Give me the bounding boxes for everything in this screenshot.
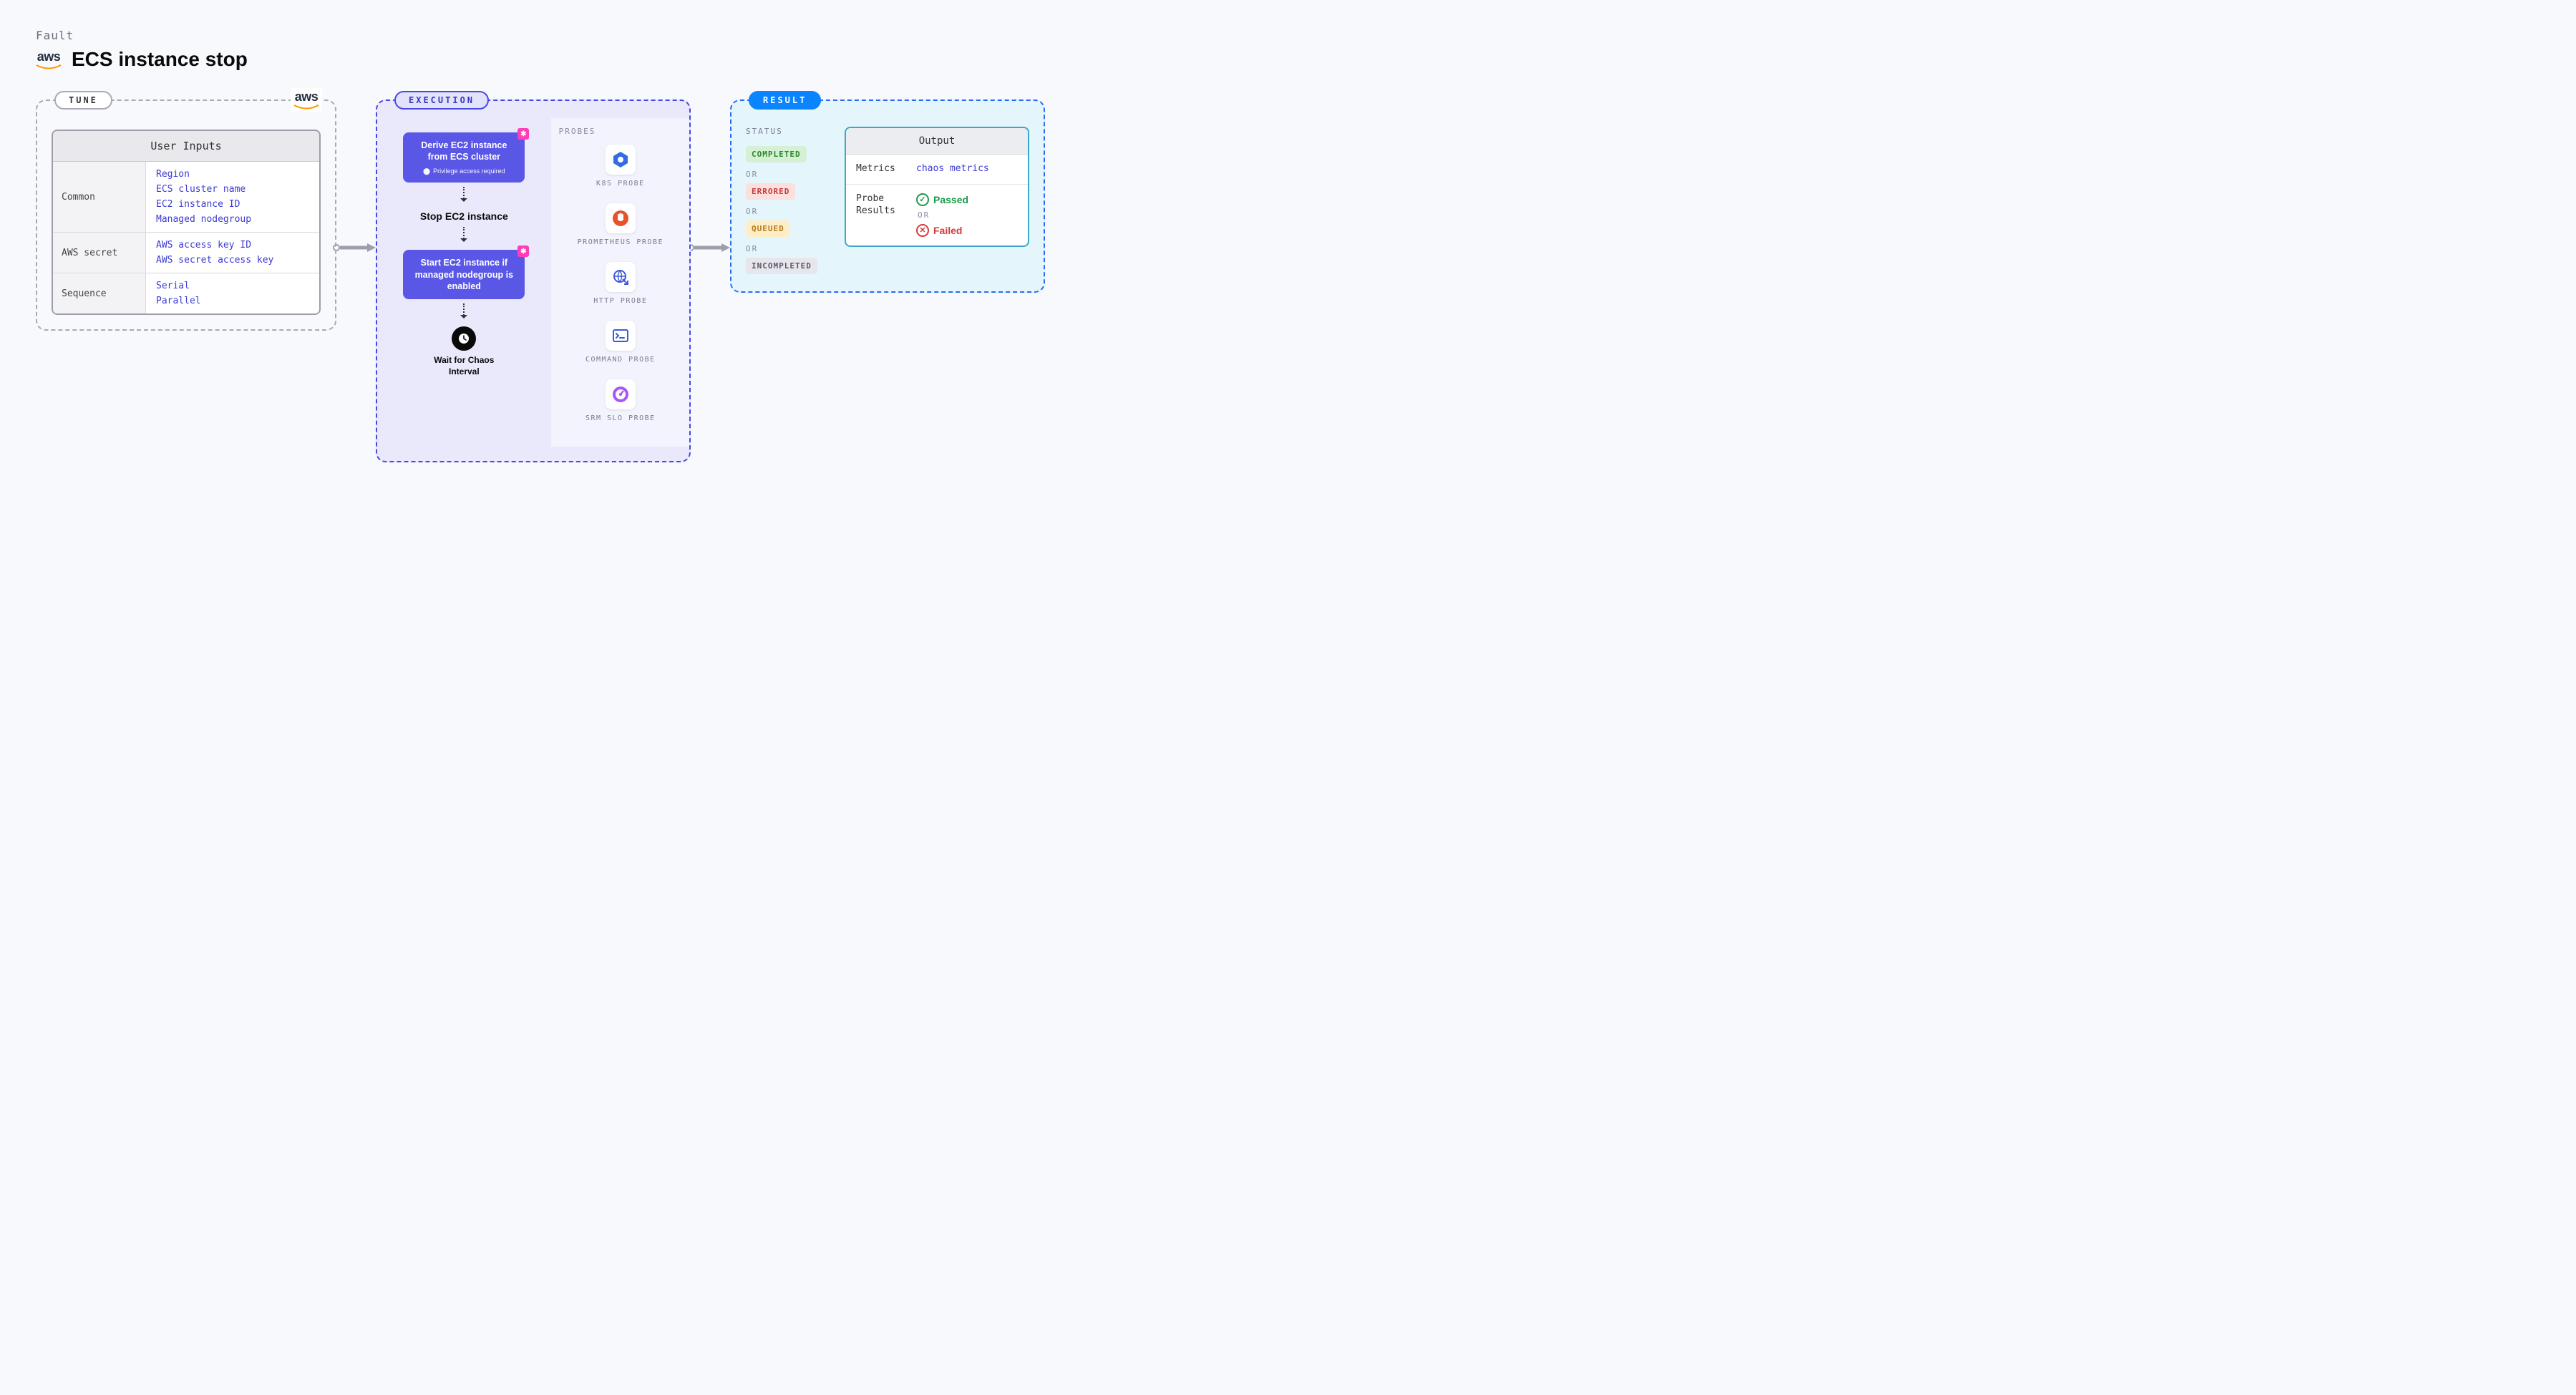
probe-result-passed: ✓ Passed bbox=[916, 193, 968, 206]
step-stop: Stop EC2 instance bbox=[417, 210, 510, 223]
step-start: ✱ Start EC2 instance if managed nodegrou… bbox=[403, 250, 525, 299]
execution-label: EXECUTION bbox=[394, 91, 489, 110]
status-errored: ERRORED bbox=[746, 183, 795, 200]
probe-command: COMMAND PROBE bbox=[559, 321, 682, 365]
connector-arrow bbox=[336, 243, 376, 253]
kubernetes-icon bbox=[606, 145, 636, 175]
status-incompleted: INCOMPLETED bbox=[746, 258, 817, 274]
status-column: STATUS COMPLETED OR ERRORED OR QUEUED OR… bbox=[746, 127, 832, 277]
arrow-down-icon bbox=[463, 227, 465, 246]
probe-prometheus: PROMETHEUS PROBE bbox=[559, 203, 682, 248]
probe-srm: SRM SLO PROBE bbox=[559, 379, 682, 424]
execution-flow: ✱ Derive EC2 instance from ECS cluster ⬤… bbox=[377, 118, 551, 447]
probes-column: PROBES K8S PROBE PROMETHEUS PROBE HTTP P… bbox=[551, 118, 689, 447]
input-row: Sequence Serial Parallel bbox=[53, 273, 319, 313]
output-row-probe-results: Probe Results ✓ Passed OR ✕ Failed bbox=[846, 185, 1028, 246]
prometheus-icon bbox=[606, 203, 636, 233]
status-completed: COMPLETED bbox=[746, 146, 807, 162]
terminal-icon bbox=[606, 321, 636, 351]
user-inputs-card: User Inputs Common Region ECS cluster na… bbox=[52, 130, 321, 315]
input-row: Common Region ECS cluster name EC2 insta… bbox=[53, 162, 319, 233]
output-row-metrics: Metrics chaos metrics bbox=[846, 155, 1028, 185]
step-wait: Wait for Chaos Interval bbox=[424, 355, 503, 377]
user-inputs-title: User Inputs bbox=[53, 131, 319, 162]
connector-arrow bbox=[691, 243, 730, 253]
arrow-down-icon bbox=[463, 303, 465, 322]
input-row: AWS secret AWS access key ID AWS secret … bbox=[53, 233, 319, 273]
status-title: STATUS bbox=[746, 127, 832, 136]
execution-panel: EXECUTION ✱ Derive EC2 instance from ECS… bbox=[376, 99, 691, 462]
result-label: RESULT bbox=[749, 91, 821, 110]
output-title: Output bbox=[846, 128, 1028, 155]
globe-icon bbox=[606, 262, 636, 292]
probe-k8s: K8S PROBE bbox=[559, 145, 682, 189]
page-header: Fault aws ECS instance stop bbox=[36, 29, 2540, 71]
gauge-icon bbox=[606, 379, 636, 409]
arrow-down-icon bbox=[463, 187, 465, 205]
aws-icon: aws bbox=[36, 49, 62, 70]
step-derive: ✱ Derive EC2 instance from ECS cluster ⬤… bbox=[403, 132, 525, 183]
x-icon: ✕ bbox=[916, 224, 929, 237]
diagram-container: TUNE aws User Inputs Common Region ECS c… bbox=[36, 99, 2540, 462]
probes-title: PROBES bbox=[559, 127, 682, 136]
probe-result-failed: ✕ Failed bbox=[916, 224, 968, 237]
check-icon: ✓ bbox=[916, 193, 929, 206]
tune-panel: TUNE aws User Inputs Common Region ECS c… bbox=[36, 99, 336, 331]
lock-icon: ⬤ bbox=[423, 167, 430, 176]
probe-http: HTTP PROBE bbox=[559, 262, 682, 306]
status-queued: QUEUED bbox=[746, 220, 790, 237]
gear-icon: ✱ bbox=[517, 246, 529, 257]
output-card: Output Metrics chaos metrics Probe Resul… bbox=[845, 127, 1029, 247]
clock-icon bbox=[452, 326, 476, 351]
result-panel: RESULT STATUS COMPLETED OR ERRORED OR QU… bbox=[730, 99, 1045, 293]
chaos-metrics-link[interactable]: chaos metrics bbox=[916, 163, 989, 174]
page-title: ECS instance stop bbox=[72, 48, 248, 71]
gear-icon: ✱ bbox=[517, 128, 529, 140]
tune-label: TUNE bbox=[54, 91, 112, 110]
aws-icon: aws bbox=[291, 88, 322, 112]
fault-label: Fault bbox=[36, 29, 2540, 42]
